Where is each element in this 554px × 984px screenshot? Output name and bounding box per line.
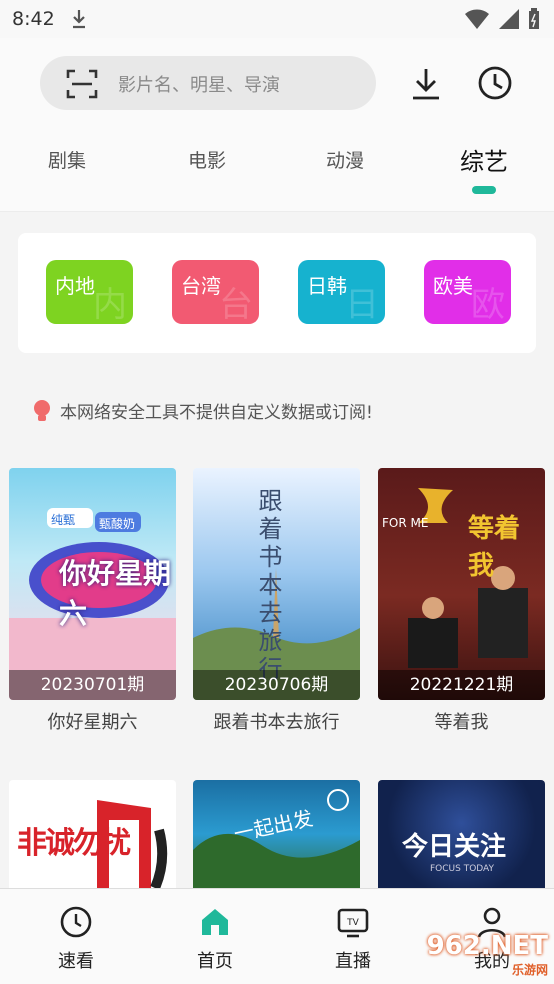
site-watermark: 962.NET 乐游网 (427, 931, 548, 978)
tab-variety[interactable]: 综艺 (460, 142, 508, 177)
history-icon[interactable] (476, 64, 514, 106)
nav-quick-watch[interactable]: 速看 (36, 905, 116, 973)
tv-icon: TV (337, 908, 369, 938)
tab-drama[interactable]: 剧集 (48, 146, 86, 173)
show-poster[interactable]: 跟着书本去旅行 20230706期 (193, 468, 360, 700)
region-watermark: 台 (219, 285, 253, 324)
poster-title-art: 你好星期六 (59, 557, 172, 630)
region-europe-us-button[interactable]: 欧 欧美 (424, 260, 511, 324)
show-poster[interactable]: 非诚勿扰 (9, 780, 176, 888)
bottom-nav: 速看 首页 TV 直播 我的 962.NET 乐游网 (0, 888, 554, 984)
lightbulb-icon (34, 399, 50, 421)
scan-icon[interactable] (66, 68, 98, 104)
episode-label: 20230706期 (193, 670, 360, 700)
region-taiwan-button[interactable]: 台 台湾 (172, 260, 259, 324)
nav-live[interactable]: TV 直播 (313, 905, 393, 973)
brand-sub-text: 甄酸奶 (99, 517, 136, 531)
region-mainland-button[interactable]: 内 内地 (46, 260, 133, 324)
status-icons (464, 8, 540, 30)
svg-text:TV: TV (346, 918, 359, 928)
signal-icon (499, 9, 519, 29)
show-title[interactable]: 跟着书本去旅行 (193, 708, 360, 734)
region-watermark: 日 (345, 285, 379, 324)
show-title[interactable]: 等着我 (378, 708, 545, 734)
show-poster[interactable]: 今日关注 FOCUS TODAY (378, 780, 545, 888)
show-poster[interactable]: 一起出发 (193, 780, 360, 888)
region-label: 日韩 (307, 274, 347, 298)
clock-outline-icon (60, 906, 92, 938)
tab-anime[interactable]: 动漫 (326, 146, 364, 173)
region-watermark: 欧 (471, 285, 505, 324)
search-placeholder: 影片名、明星、导演 (118, 75, 280, 96)
header: 影片名、明星、导演 剧集 电影 动漫 综艺 (0, 38, 554, 212)
battery-icon (529, 8, 539, 29)
episode-label: 20230701期 (9, 670, 176, 700)
region-label: 台湾 (181, 274, 221, 298)
nav-label: 直播 (335, 951, 371, 972)
poster-title-art: 跟着书本去旅行 (254, 488, 282, 684)
episode-label: 20221221期 (378, 670, 545, 700)
poster-title-art: 非诚勿扰 (17, 826, 131, 861)
show-poster[interactable]: FOR ME 等着我 20221221期 (378, 468, 545, 700)
nav-home[interactable]: 首页 (175, 905, 255, 973)
wifi-icon (465, 9, 489, 29)
category-tabs: 剧集 电影 动漫 综艺 (0, 138, 554, 198)
region-watermark: 内 (93, 285, 127, 324)
status-bar: 8:42 (0, 0, 554, 38)
watermark-sub: 乐游网 (511, 963, 548, 977)
brand-text: 纯甄 (51, 513, 76, 527)
download-icon[interactable] (408, 66, 444, 106)
show-title[interactable]: 你好星期六 (9, 708, 176, 734)
region-japan-korea-button[interactable]: 日 日韩 (298, 260, 385, 324)
search-input[interactable]: 影片名、明星、导演 (40, 56, 376, 110)
poster-title-art: 等着我 (468, 514, 521, 581)
poster-title-art: 今日关注 (402, 832, 507, 862)
notice-text: 本网络安全工具不提供自定义数据或订阅! (60, 403, 373, 423)
region-card: 内 内地 台 台湾 日 日韩 欧 欧美 (18, 233, 536, 353)
download-notification-icon (70, 8, 88, 34)
nav-label: 速看 (58, 951, 94, 972)
active-tab-indicator (472, 186, 496, 194)
home-icon (202, 909, 228, 935)
nav-label: 首页 (197, 951, 233, 972)
show-poster[interactable]: 纯甄 甄酸奶 你好星期六 20230701期 (9, 468, 176, 700)
poster-sub-art: FOCUS TODAY (430, 864, 495, 874)
poster-tag: FOR ME (382, 516, 429, 530)
poster-art (408, 488, 528, 668)
notice: 本网络安全工具不提供自定义数据或订阅! (32, 398, 373, 423)
region-label: 欧美 (433, 274, 473, 298)
status-time: 8:42 (12, 8, 55, 30)
watermark-brand: 962.NET (426, 931, 548, 961)
region-label: 内地 (55, 274, 95, 298)
tab-movie[interactable]: 电影 (188, 146, 226, 173)
